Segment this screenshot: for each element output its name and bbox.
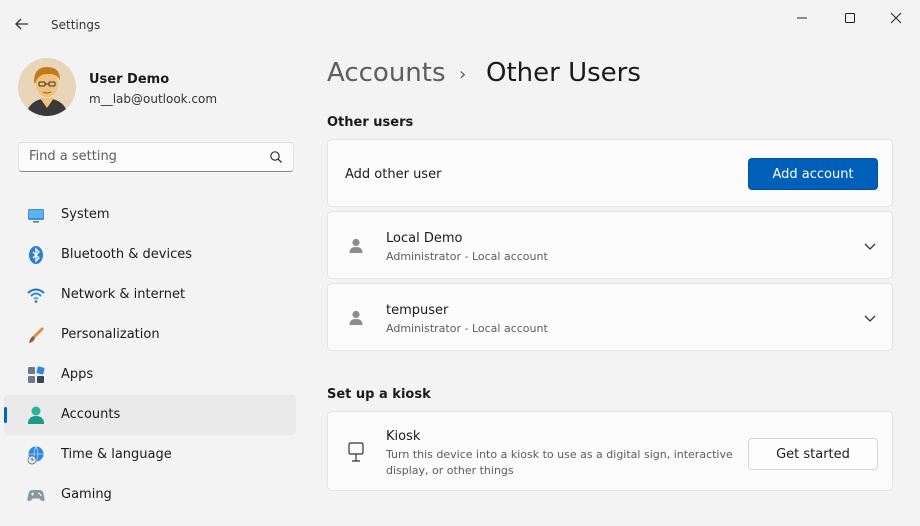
kiosk-card: Kiosk Turn this device into a kiosk to u… — [327, 411, 893, 491]
kiosk-description-line2: display, or other things — [386, 464, 514, 477]
sidebar-item-personalization[interactable]: Personalization — [4, 315, 296, 355]
sidebar-item-apps[interactable]: Apps — [4, 355, 296, 395]
breadcrumb-separator: › — [459, 64, 467, 85]
sidebar-item-label: Network & internet — [61, 287, 186, 302]
sidebar-item-label: Personalization — [61, 327, 160, 342]
get-started-button[interactable]: Get started — [748, 438, 878, 470]
minimize-button[interactable] — [782, 6, 822, 30]
back-button[interactable] — [10, 12, 34, 36]
app-title: Settings — [51, 18, 101, 32]
sidebar-item-label: Gaming — [61, 487, 112, 502]
user-name: Local Demo — [386, 231, 463, 246]
gamepad-icon — [27, 490, 45, 501]
wifi-icon — [27, 288, 45, 303]
user-detail: Administrator - Local account — [386, 322, 548, 335]
monitor-icon — [28, 209, 44, 223]
sidebar-item-bluetooth[interactable]: Bluetooth & devices — [4, 235, 296, 275]
user-card-local-demo[interactable]: Local Demo Administrator - Local account — [327, 211, 893, 279]
sidebar-item-time-language[interactable]: Time & language — [4, 435, 296, 475]
sidebar-item-gaming[interactable]: Gaming — [4, 475, 296, 515]
person-icon — [349, 238, 363, 253]
brush-icon — [29, 327, 44, 343]
sidebar-item-label: Accounts — [61, 407, 121, 422]
profile-email: m__lab@outlook.com — [89, 92, 218, 106]
user-profile[interactable]: User Demo m__lab@outlook.com — [18, 58, 298, 122]
maximize-button[interactable] — [830, 6, 870, 30]
search-icon — [270, 151, 282, 163]
user-card-tempuser[interactable]: tempuser Administrator - Local account — [327, 283, 893, 351]
sidebar-item-label: Bluetooth & devices — [61, 247, 192, 262]
close-icon — [890, 12, 902, 24]
sidebar-item-label: Apps — [61, 367, 94, 382]
sidebar-item-network[interactable]: Network & internet — [4, 275, 296, 315]
minimize-icon — [797, 17, 807, 19]
add-other-user-label: Add other user — [345, 167, 442, 182]
avatar-image — [18, 58, 76, 116]
kiosk-description-line1: Turn this device into a kiosk to use as … — [386, 448, 733, 461]
sidebar-item-label: Time & language — [61, 447, 172, 462]
breadcrumb-parent[interactable]: Accounts — [327, 58, 446, 88]
bluetooth-icon — [29, 246, 43, 264]
active-indicator — [4, 407, 7, 423]
profile-name: User Demo — [89, 72, 170, 87]
chevron-down-icon[interactable] — [862, 238, 878, 254]
maximize-icon — [845, 13, 855, 23]
sidebar-item-accounts[interactable]: Accounts — [4, 395, 296, 435]
add-account-button[interactable]: Add account — [748, 158, 878, 190]
sidebar-nav: System Bluetooth & devices Network & int… — [0, 195, 300, 515]
section-title-other-users: Other users — [327, 115, 414, 130]
search-box[interactable] — [18, 142, 294, 172]
person-icon — [349, 310, 363, 325]
close-button[interactable] — [876, 6, 916, 30]
search-input[interactable] — [29, 149, 259, 164]
page-title: Other Users — [486, 58, 641, 88]
sidebar-item-label: System — [61, 207, 110, 222]
user-name: tempuser — [386, 303, 449, 318]
title-bar: Settings — [0, 0, 920, 44]
user-detail: Administrator - Local account — [386, 250, 548, 263]
person-icon — [28, 406, 44, 424]
add-other-user-card: Add other user Add account — [327, 139, 893, 207]
sidebar-item-system[interactable]: System — [4, 195, 296, 235]
avatar — [18, 58, 76, 116]
globe-clock-icon — [27, 446, 44, 465]
section-title-kiosk: Set up a kiosk — [327, 387, 431, 402]
chevron-down-icon[interactable] — [862, 310, 878, 326]
kiosk-icon — [348, 442, 364, 462]
kiosk-label: Kiosk — [386, 429, 421, 444]
apps-icon — [28, 366, 45, 383]
back-arrow-icon — [15, 18, 28, 30]
